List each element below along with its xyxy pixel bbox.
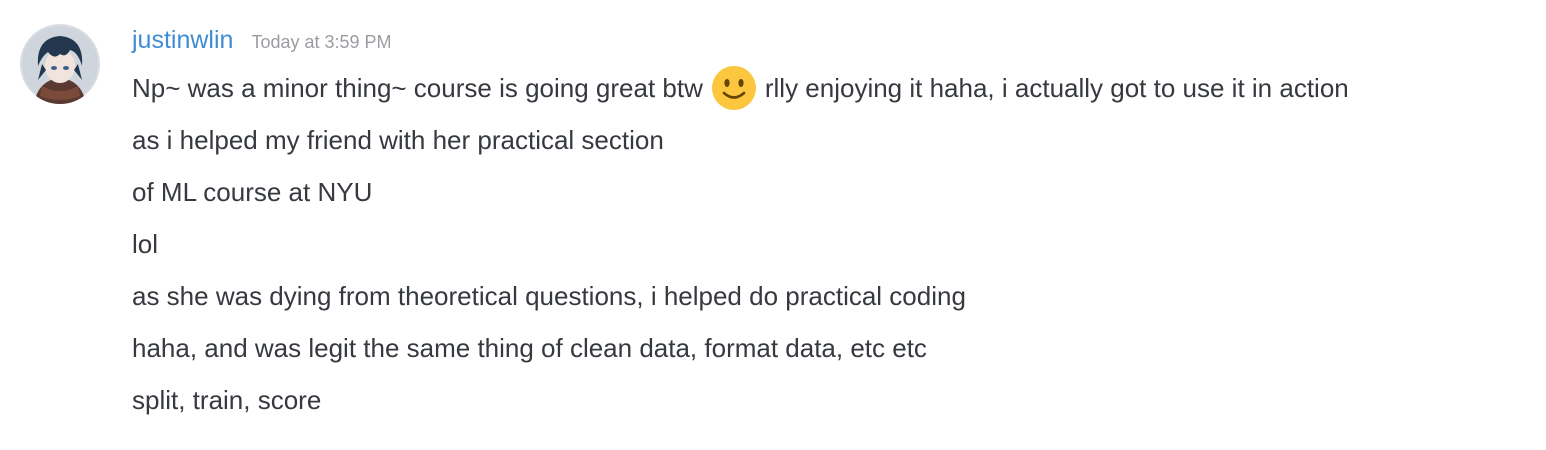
- message-line: as she was dying from theoretical questi…: [132, 281, 966, 311]
- avatar[interactable]: [20, 24, 100, 104]
- message-header: justinwlin Today at 3:59 PM: [132, 26, 392, 60]
- message-text: rlly enjoying it haha, i actually got to…: [764, 73, 1349, 103]
- message-line: Np~ was a minor thing~ course is going g…: [132, 62, 1532, 114]
- message-line: lol: [132, 229, 159, 259]
- message-text: Np~ was a minor thing~ course is going g…: [132, 73, 703, 103]
- message-body: Np~ was a minor thing~ course is going g…: [132, 62, 1532, 426]
- username[interactable]: justinwlin: [132, 26, 233, 55]
- slightly-smiling-face-icon[interactable]: [711, 65, 757, 111]
- message-line: as i helped my friend with her practical…: [132, 125, 664, 155]
- anime-avatar-icon: [20, 24, 100, 104]
- message-line: of ML course at NYU: [132, 177, 373, 207]
- timestamp: Today at 3:59 PM: [251, 32, 392, 52]
- chat-message: justinwlin Today at 3:59 PM Np~ was a mi…: [0, 0, 1546, 450]
- message-line: split, train, score: [132, 385, 322, 415]
- message-line: haha, and was legit the same thing of cl…: [132, 333, 927, 363]
